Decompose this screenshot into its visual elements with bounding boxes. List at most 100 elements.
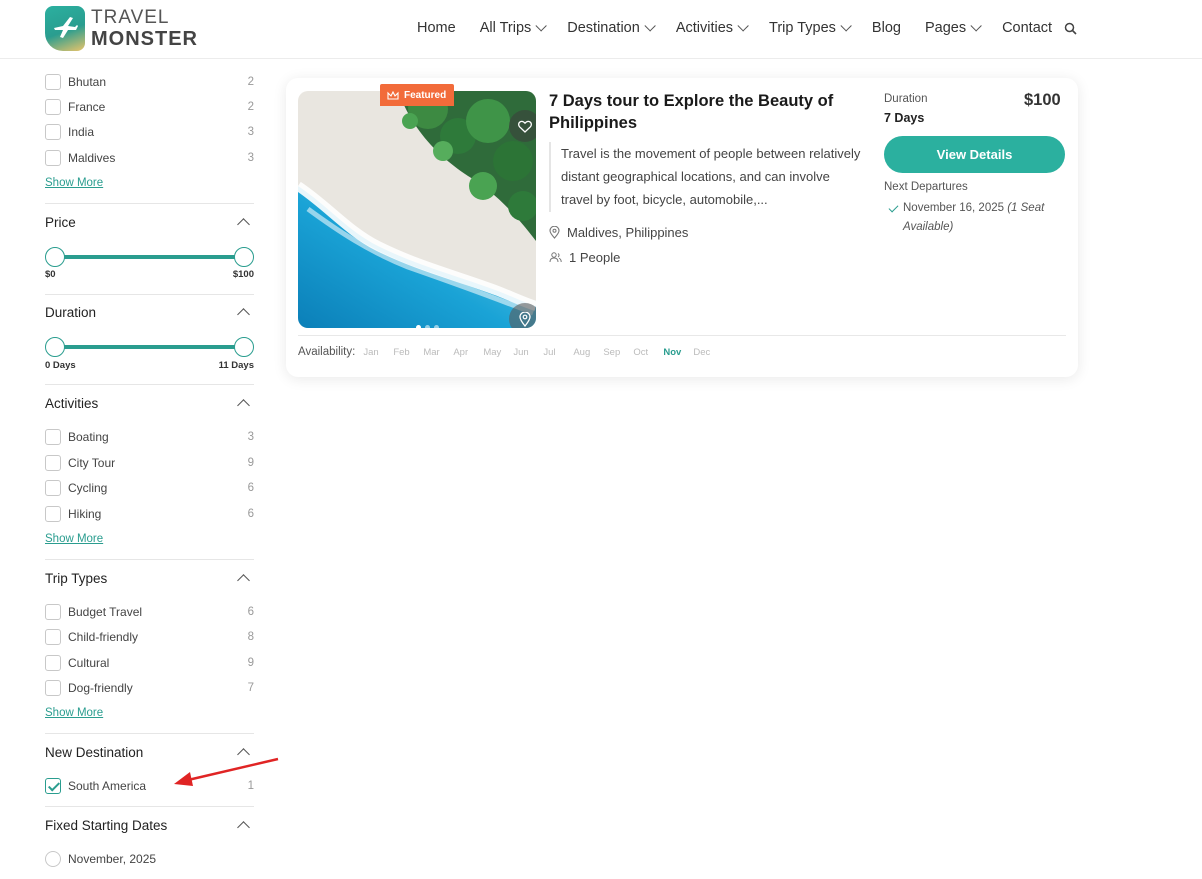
chevron-up-icon[interactable] (237, 218, 250, 231)
trip-group-size: 1 People (549, 250, 620, 265)
checkbox[interactable] (45, 655, 61, 671)
price-filter-header[interactable]: Price (45, 215, 254, 231)
filter-label: Cycling (68, 481, 108, 495)
filter-label: India (68, 125, 95, 139)
chevron-up-icon[interactable] (237, 308, 250, 321)
price-range-slider[interactable] (45, 247, 254, 267)
filter-activity-hiking[interactable]: Hiking 6 (45, 504, 254, 524)
checkbox[interactable] (45, 506, 61, 522)
chevron-up-icon[interactable] (237, 821, 250, 834)
logo-line2: MONSTER (91, 28, 198, 50)
filter-trip-type-child-friendly[interactable]: Child-friendly 8 (45, 627, 254, 647)
month-may: May (483, 346, 502, 358)
site-logo[interactable]: TRAVEL MONSTER (45, 6, 198, 51)
checkbox[interactable] (45, 74, 61, 90)
nav-activities-label: Activities (675, 20, 734, 36)
price-filter-title: Price (45, 215, 76, 230)
filter-trip-type-cultural[interactable]: Cultural 9 (45, 653, 254, 673)
view-details-button[interactable]: View Details (884, 136, 1065, 173)
filter-label: Child-friendly (68, 630, 139, 644)
price-max-handle[interactable] (234, 247, 254, 267)
featured-badge-label: Featured (404, 89, 447, 101)
filter-destination-india[interactable]: India 3 (45, 122, 254, 142)
checkbox[interactable] (45, 124, 61, 140)
trip-types-show-more-link[interactable]: Show More (45, 707, 103, 719)
carousel-dot[interactable] (434, 325, 439, 328)
checkbox[interactable] (45, 629, 61, 645)
duration-range-slider[interactable] (45, 337, 254, 357)
month-nov: Nov (663, 346, 682, 358)
month-apr: Apr (453, 346, 469, 358)
checkbox[interactable] (45, 99, 61, 115)
filter-label: Hiking (68, 507, 102, 521)
trip-title[interactable]: 7 Days tour to Explore the Beauty of Phi… (549, 90, 859, 134)
price-min-handle[interactable] (45, 247, 65, 267)
filter-count: 6 (247, 606, 254, 618)
nav-activities[interactable]: Activities (675, 20, 749, 36)
month-mar: Mar (423, 346, 440, 358)
duration-range-labels: 0 Days 11 Days (45, 360, 254, 371)
filter-label: Maldives (68, 151, 116, 165)
search-icon[interactable] (1064, 22, 1077, 40)
filter-label: Budget Travel (68, 605, 143, 619)
nav-all-trips[interactable]: All Trips (480, 20, 548, 36)
filter-label: Bhutan (68, 75, 107, 89)
filter-destination-bhutan[interactable]: Bhutan 2 (45, 72, 254, 92)
duration-filter-header[interactable]: Duration (45, 305, 254, 321)
filter-trip-type-budget-travel[interactable]: Budget Travel 6 (45, 602, 254, 622)
annotation-arrow-icon (174, 757, 279, 786)
nav-trip-types-label: Trip Types (769, 20, 836, 36)
month-dec: Dec (693, 346, 711, 358)
filter-destination-france[interactable]: France 2 (45, 97, 254, 117)
duration-min-handle[interactable] (45, 337, 65, 357)
nav-home-label: Home (417, 20, 456, 36)
nav-pages[interactable]: Pages (925, 20, 982, 36)
chevron-down-icon (970, 20, 982, 32)
price-range-track (54, 255, 245, 259)
filter-destination-maldives[interactable]: Maldives 3 (45, 148, 254, 168)
duration-max-handle[interactable] (234, 337, 254, 357)
activities-show-more-link[interactable]: Show More (45, 533, 103, 545)
nav-contact[interactable]: Contact (1002, 20, 1052, 36)
activities-filter-header[interactable]: Activities (45, 396, 254, 412)
beach-photo (298, 91, 536, 328)
filter-label: City Tour (68, 456, 116, 470)
divider (45, 733, 254, 734)
trip-image[interactable] (298, 91, 536, 328)
nav-destination[interactable]: Destination (567, 20, 656, 36)
chevron-up-icon[interactable] (237, 574, 250, 587)
filter-trip-type-dog-friendly[interactable]: Dog-friendly 7 (45, 678, 254, 698)
checkbox[interactable] (45, 480, 61, 496)
checkbox[interactable] (45, 429, 61, 445)
filter-activity-city-tour[interactable]: City Tour 9 (45, 453, 254, 473)
trip-price: $100 (1024, 91, 1061, 109)
fixed-dates-filter-header[interactable]: Fixed Starting Dates (45, 818, 254, 834)
filter-count: 2 (247, 76, 254, 88)
map-button[interactable] (509, 303, 536, 328)
trip-location-text: Maldives, Philippines (567, 225, 689, 240)
filter-count: 6 (247, 482, 254, 494)
checkbox[interactable] (45, 680, 61, 696)
nav-blog[interactable]: Blog (872, 20, 901, 36)
filter-activity-cycling[interactable]: Cycling 6 (45, 478, 254, 498)
filter-count: 2 (247, 101, 254, 113)
month-jun: Jun (513, 346, 529, 358)
checkbox[interactable] (45, 455, 61, 471)
filter-fixed-date-november-2025[interactable]: November, 2025 (45, 849, 254, 869)
destination-show-more-link[interactable]: Show More (45, 177, 103, 189)
nav-trip-types[interactable]: Trip Types (769, 20, 852, 36)
checkbox[interactable] (45, 604, 61, 620)
carousel-dot[interactable] (416, 325, 421, 328)
duration-min-label: 0 Days (45, 360, 76, 371)
radio-button[interactable] (45, 851, 61, 867)
wishlist-button[interactable] (509, 110, 536, 142)
nav-home[interactable]: Home (417, 20, 456, 36)
carousel-dot[interactable] (425, 325, 430, 328)
main-nav: Home All Trips Destination Activities Tr… (417, 20, 1076, 36)
filter-activity-boating[interactable]: Boating 3 (45, 427, 254, 447)
trip-types-filter-header[interactable]: Trip Types (45, 571, 254, 587)
checkbox-checked[interactable] (45, 778, 61, 794)
checkbox[interactable] (45, 150, 61, 166)
chevron-up-icon[interactable] (237, 399, 250, 412)
chevron-down-icon (535, 20, 548, 32)
